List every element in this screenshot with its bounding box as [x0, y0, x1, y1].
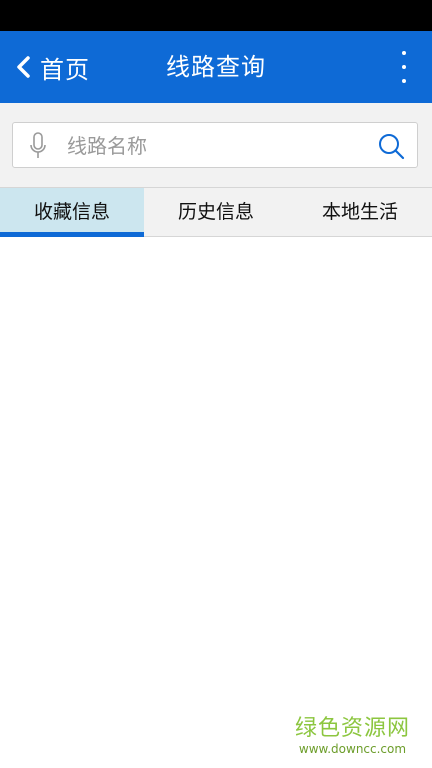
watermark: 绿色资源网 www.downcc.com [295, 716, 410, 756]
microphone-icon[interactable] [29, 132, 47, 160]
tab-history[interactable]: 历史信息 [144, 188, 288, 236]
search-input[interactable] [65, 129, 369, 163]
overflow-menu-icon[interactable] [398, 51, 410, 83]
watermark-title: 绿色资源网 [294, 716, 410, 741]
tab-local-life[interactable]: 本地生活 [288, 188, 432, 236]
tab-favorites[interactable]: 收藏信息 [0, 188, 144, 237]
search-icon[interactable] [377, 132, 405, 160]
content-area [0, 237, 432, 768]
search-box [12, 122, 418, 168]
tab-bar: 收藏信息 历史信息 本地生活 [0, 187, 432, 237]
page-title: 线路查询 [166, 53, 266, 81]
status-bar [0, 0, 432, 31]
search-area [0, 103, 432, 187]
watermark-url: www.downcc.com [298, 742, 407, 756]
app-bar: 首页 线路查询 [0, 31, 432, 103]
